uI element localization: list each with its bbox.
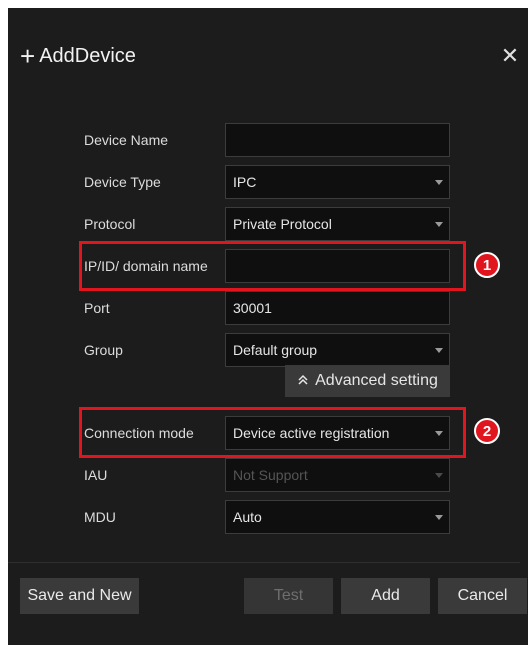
advanced-setting-label: Advanced setting: [315, 372, 438, 389]
test-button[interactable]: Test: [244, 578, 333, 614]
dialog-title-text: AddDevice: [39, 44, 136, 67]
highlight-box-1: [79, 241, 466, 291]
protocol-row: Protocol Private Protocol: [0, 207, 520, 241]
iau-row: IAU Not Support: [0, 458, 520, 492]
footer-divider: [8, 562, 520, 563]
dialog-title: + AddDevice: [20, 41, 136, 71]
iau-select: Not Support: [225, 458, 450, 492]
device-name-input[interactable]: [225, 123, 450, 157]
save-and-new-button[interactable]: Save and New: [20, 578, 139, 614]
chevron-down-icon: [435, 222, 443, 227]
iau-value: Not Support: [233, 467, 308, 483]
chevron-down-icon: [435, 473, 443, 478]
group-label: Group: [84, 342, 123, 358]
group-row: Group Default group: [0, 333, 520, 367]
device-name-label: Device Name: [84, 132, 169, 148]
group-value: Default group: [233, 342, 318, 358]
mdu-row: MDU Auto: [0, 500, 520, 534]
advanced-setting-button[interactable]: Advanced setting: [285, 365, 450, 397]
protocol-value: Private Protocol: [233, 216, 332, 232]
highlight-box-2: [79, 407, 466, 458]
group-select[interactable]: Default group: [225, 333, 450, 367]
device-type-value: IPC: [233, 174, 257, 190]
add-button[interactable]: Add: [341, 578, 430, 614]
plus-icon: +: [20, 41, 36, 71]
chevron-down-icon: [435, 180, 443, 185]
mdu-select[interactable]: Auto: [225, 500, 450, 534]
double-chevron-up-icon: [297, 374, 309, 389]
port-input[interactable]: 30001: [225, 291, 450, 325]
device-type-select[interactable]: IPC: [225, 165, 450, 199]
protocol-select[interactable]: Private Protocol: [225, 207, 450, 241]
device-type-label: Device Type: [84, 174, 161, 190]
chevron-down-icon: [435, 515, 443, 520]
chevron-down-icon: [435, 348, 443, 353]
add-device-dialog: + AddDevice ✕: [8, 8, 528, 645]
protocol-label: Protocol: [84, 216, 136, 232]
port-row: Port 30001: [0, 291, 520, 325]
device-name-row: Device Name: [0, 123, 520, 157]
annotation-badge-1: 1: [474, 252, 500, 278]
port-label: Port: [84, 300, 110, 316]
iau-label: IAU: [84, 467, 108, 483]
annotation-badge-2: 2: [474, 418, 500, 444]
close-icon[interactable]: ✕: [498, 41, 522, 71]
cancel-button[interactable]: Cancel: [438, 578, 527, 614]
device-type-row: Device Type IPC: [0, 165, 520, 199]
mdu-value: Auto: [233, 509, 262, 525]
mdu-label: MDU: [84, 509, 116, 525]
